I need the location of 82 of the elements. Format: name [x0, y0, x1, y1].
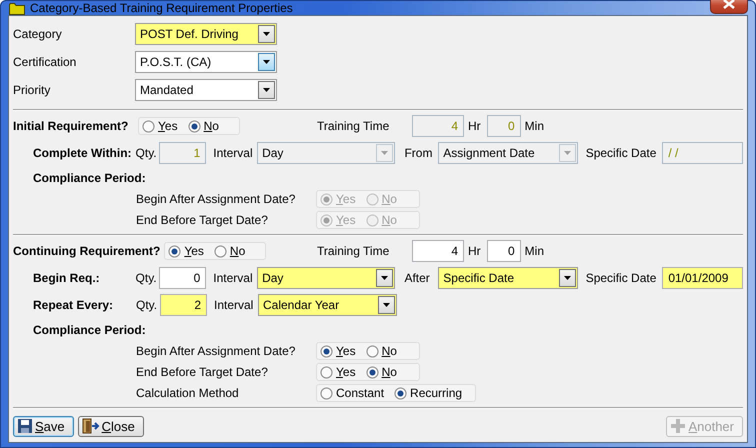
field-label: Certification	[13, 55, 78, 69]
window-title: Category-Based Training Requirement Properties	[30, 1, 294, 15]
unit-label: Hr	[468, 244, 481, 258]
close-button[interactable]	[710, 0, 748, 14]
field-label: From	[404, 146, 434, 160]
radio-icon	[320, 192, 333, 206]
subsection-label: Compliance Period:	[33, 322, 147, 339]
dropdown[interactable]: POST Def. Driving	[135, 23, 277, 45]
text-field[interactable]: 0	[486, 240, 521, 262]
dropdown[interactable]: P.O.S.T. (CA)	[135, 51, 277, 73]
dropdown-arrow-icon	[564, 276, 571, 280]
dropdown-arrow-icon	[383, 303, 390, 307]
dropdown[interactable]: Day	[257, 267, 396, 289]
row-label: Begin Req.:	[33, 271, 101, 285]
radio-icon	[188, 120, 201, 132]
radio-button[interactable]: Yes	[168, 244, 204, 258]
question-label: End Before Target Date?	[136, 365, 269, 379]
field-label: Qty.	[136, 298, 158, 312]
radio-icon	[168, 244, 182, 258]
radio-icon	[394, 386, 408, 400]
dropdown-arrow-icon	[263, 60, 270, 64]
field-label: Interval	[214, 298, 254, 312]
door-exit-icon	[82, 418, 100, 434]
field-label: Training Time	[317, 244, 390, 258]
radio-button[interactable]: No	[188, 119, 219, 133]
dropdown[interactable]: Specific Date	[438, 267, 578, 289]
radio-button[interactable]: Yes	[320, 344, 356, 358]
field-label: Interval	[213, 271, 254, 285]
radio-icon	[320, 386, 333, 400]
radio-button[interactable]: Yes	[320, 365, 356, 379]
radio-icon	[366, 344, 379, 358]
unit-label: Min	[524, 244, 544, 258]
radio-icon	[142, 120, 155, 132]
radio-icon	[366, 366, 379, 378]
field-label: After	[404, 271, 431, 285]
radio-icon	[366, 192, 379, 206]
plus-icon	[670, 418, 686, 434]
radio-button[interactable]: Constant	[320, 386, 384, 400]
close-icon	[723, 0, 735, 9]
text-field[interactable]: 01/01/2009	[662, 267, 744, 289]
field-label: Qty.	[136, 271, 158, 285]
radio-button[interactable]: No	[366, 344, 397, 358]
row-label: Complete Within:	[33, 146, 133, 160]
dropdown-arrow-icon	[564, 151, 571, 155]
radio-button[interactable]: No	[214, 244, 246, 258]
save-button[interactable]: Save	[13, 416, 74, 436]
question-label: Calculation Method	[136, 386, 240, 400]
radio-icon	[320, 344, 333, 358]
field-label: Category	[13, 27, 63, 41]
section-label: Initial Requirement?	[13, 119, 130, 133]
dropdown-arrow-icon	[263, 88, 270, 92]
text-field[interactable]: 4	[412, 240, 464, 262]
radio-icon	[214, 244, 227, 258]
field-label: Priority	[13, 83, 52, 97]
question-label: Begin After Assignment Date?	[136, 192, 296, 206]
field-label: Interval	[213, 146, 254, 160]
text-field[interactable]: 0	[159, 267, 206, 289]
field-label: Qty.	[136, 146, 158, 160]
field-label: Specific Date	[586, 271, 658, 285]
subsection-label: Compliance Period:	[33, 170, 147, 187]
text-field[interactable]: 2	[160, 294, 207, 316]
dropdown[interactable]: Calendar Year	[258, 294, 397, 316]
radio-icon	[366, 214, 379, 226]
radio-icon	[320, 366, 333, 378]
unit-label: Hr	[468, 119, 481, 133]
unit-label: Min	[524, 119, 544, 133]
dropdown[interactable]: Mandated	[135, 79, 277, 101]
row-label: Repeat Every:	[33, 298, 114, 312]
dropdown-arrow-icon	[381, 151, 388, 155]
radio-button[interactable]: No	[366, 365, 397, 379]
radio-icon	[320, 214, 333, 226]
radio-button[interactable]: Recurring	[394, 386, 462, 400]
field-label: Specific Date	[586, 146, 658, 160]
field-label: Training Time	[317, 119, 390, 133]
question-label: End Before Target Date?	[136, 213, 269, 227]
folder-icon	[9, 2, 25, 14]
close-button[interactable]: Close	[78, 416, 144, 436]
radio-button[interactable]: Yes	[142, 119, 178, 133]
section-label: Continuing Requirement?	[13, 244, 160, 258]
dropdown-arrow-icon	[263, 32, 270, 36]
dropdown-arrow-icon	[381, 276, 388, 280]
question-label: Begin After Assignment Date?	[136, 344, 296, 358]
